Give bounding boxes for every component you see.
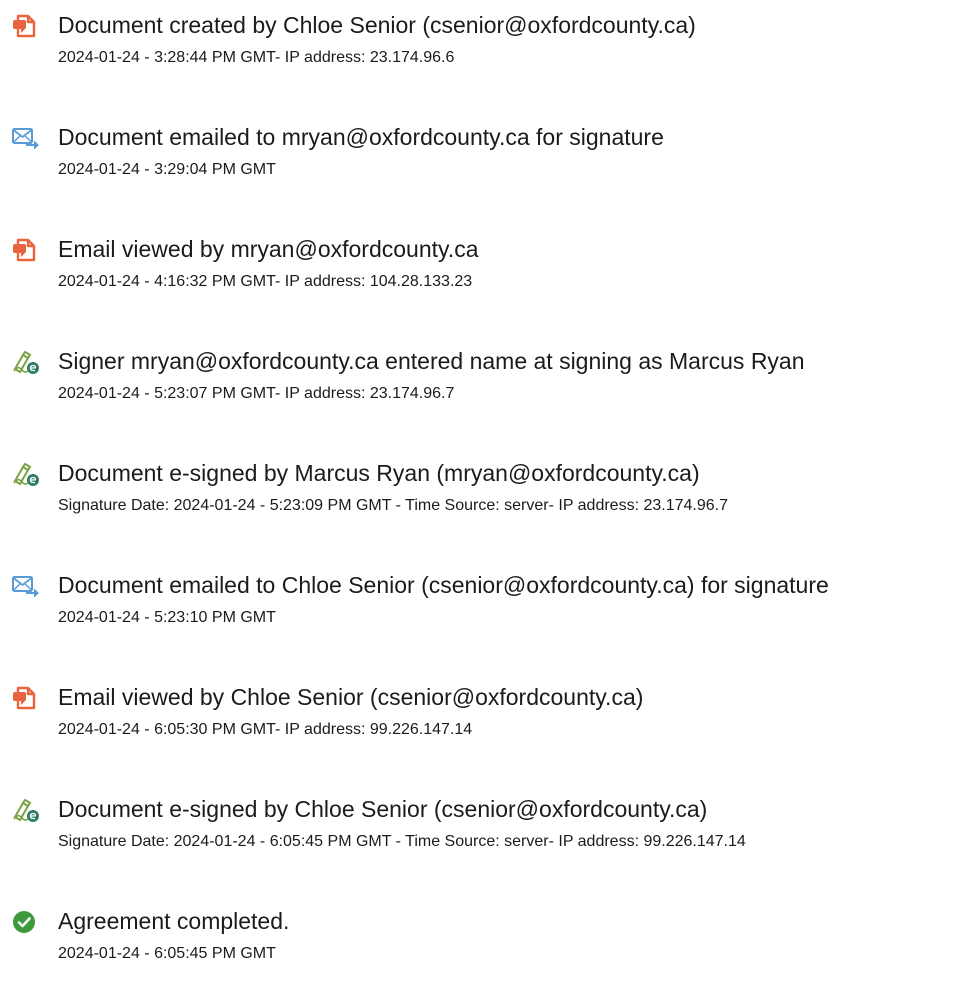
document-icon: [11, 237, 40, 263]
event-title: Document emailed to mryan@oxfordcounty.c…: [58, 124, 664, 150]
event-title: Document created by Chloe Senior (csenio…: [58, 12, 696, 38]
email-icon: [11, 573, 40, 599]
event-item: Document e-signed by Chloe Senior (cseni…: [0, 794, 977, 894]
event-detail: 2024-01-24 - 6:05:45 PM GMT: [58, 945, 276, 962]
document-icon: [11, 13, 40, 39]
signature-pen-icon: [11, 797, 40, 823]
event-item: Document emailed to Chloe Senior (csenio…: [0, 570, 977, 670]
event-detail: 2024-01-24 - 4:16:32 PM GMT- IP address:…: [58, 273, 473, 290]
event-detail: 2024-01-24 - 3:29:04 PM GMT: [58, 161, 276, 178]
email-icon: [11, 125, 40, 151]
event-detail: 2024-01-24 - 3:28:44 PM GMT- IP address:…: [58, 49, 455, 66]
event-detail: 2024-01-24 - 5:23:10 PM GMT: [58, 609, 276, 626]
event-title: Document e-signed by Marcus Ryan (mryan@…: [58, 460, 700, 486]
event-title: Signer mryan@oxfordcounty.ca entered nam…: [58, 348, 805, 374]
event-title: Email viewed by mryan@oxfordcounty.ca: [58, 236, 479, 262]
event-detail: 2024-01-24 - 6:05:30 PM GMT- IP address:…: [58, 721, 473, 738]
event-item: Agreement completed. 2024-01-24 - 6:05:4…: [0, 906, 977, 1006]
event-detail: Signature Date: 2024-01-24 - 6:05:45 PM …: [58, 833, 746, 850]
document-icon: [11, 685, 40, 711]
event-detail: Signature Date: 2024-01-24 - 5:23:09 PM …: [58, 497, 728, 514]
signature-pen-icon: [11, 461, 40, 487]
signature-pen-icon: [11, 349, 40, 375]
event-item: Document emailed to mryan@oxfordcounty.c…: [0, 122, 977, 222]
event-item: Document e-signed by Marcus Ryan (mryan@…: [0, 458, 977, 558]
event-detail: 2024-01-24 - 5:23:07 PM GMT- IP address:…: [58, 385, 455, 402]
event-item: Email viewed by Chloe Senior (csenior@ox…: [0, 682, 977, 782]
completed-check-icon: [11, 909, 40, 935]
event-item: Signer mryan@oxfordcounty.ca entered nam…: [0, 346, 977, 446]
event-item: Document created by Chloe Senior (csenio…: [0, 10, 977, 110]
event-title: Agreement completed.: [58, 908, 290, 934]
event-item: Email viewed by mryan@oxfordcounty.ca 20…: [0, 234, 977, 334]
event-title: Document e-signed by Chloe Senior (cseni…: [58, 796, 708, 822]
event-title: Document emailed to Chloe Senior (csenio…: [58, 572, 829, 598]
event-title: Email viewed by Chloe Senior (csenior@ox…: [58, 684, 644, 710]
